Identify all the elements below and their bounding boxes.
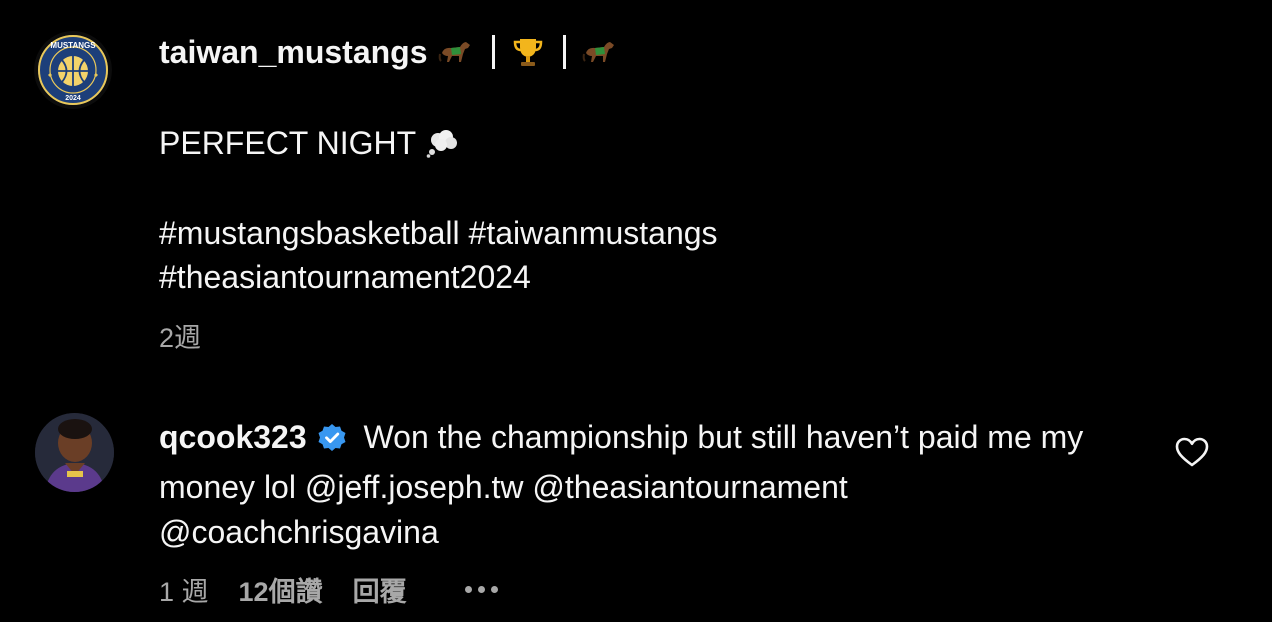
caption-text: PERFECT NIGHT xyxy=(159,124,417,161)
separator xyxy=(562,35,566,69)
hashtag-links[interactable]: #mustangsbasketball #taiwanmustangs xyxy=(159,215,718,252)
profile-photo xyxy=(35,413,114,492)
reply-like-count[interactable]: 12個讚 xyxy=(239,570,323,609)
logo-text: MUSTANGS xyxy=(50,41,96,50)
hashtag-link[interactable]: #theasiantournament2024 xyxy=(159,259,531,296)
reply-comment: qcook323 Won the championship but still … xyxy=(159,415,1119,555)
post-timestamp[interactable]: 2週 xyxy=(159,316,201,355)
verified-badge-icon xyxy=(317,420,347,465)
mustangs-logo: MUSTANGS 2024 xyxy=(34,31,112,109)
heart-outline-icon[interactable] xyxy=(1175,436,1209,468)
post-header: taiwan_mustangs xyxy=(159,30,618,74)
mention-link[interactable]: @jeff.joseph.tw xyxy=(305,469,524,505)
thought-bubble-icon xyxy=(426,128,460,158)
hashtags-line-2[interactable]: #theasiantournament2024 xyxy=(159,256,531,298)
reply-timestamp[interactable]: 1 週 xyxy=(159,570,209,609)
mention-link[interactable]: @theasiantournament xyxy=(532,469,847,505)
mention-link[interactable]: @coachchrisgavina xyxy=(159,514,439,550)
logo-year: 2024 xyxy=(65,95,81,102)
reply-author-avatar[interactable] xyxy=(35,413,114,492)
reply-username[interactable]: qcook323 xyxy=(159,419,307,455)
reply-button[interactable]: 回覆 xyxy=(353,570,407,609)
trophy-icon xyxy=(511,35,545,69)
reply-meta-row: 1 週 12個讚 回覆 xyxy=(159,569,528,609)
horse-icon xyxy=(438,37,474,67)
horse-icon xyxy=(582,37,618,67)
hashtags-line-1[interactable]: #mustangsbasketball #taiwanmustangs xyxy=(159,212,718,254)
caption-title: PERFECT NIGHT xyxy=(159,122,460,164)
separator xyxy=(491,35,495,69)
post-author-avatar[interactable]: MUSTANGS 2024 xyxy=(34,31,112,109)
more-horizontal-icon[interactable] xyxy=(464,585,498,593)
post-username[interactable]: taiwan_mustangs xyxy=(159,34,428,71)
